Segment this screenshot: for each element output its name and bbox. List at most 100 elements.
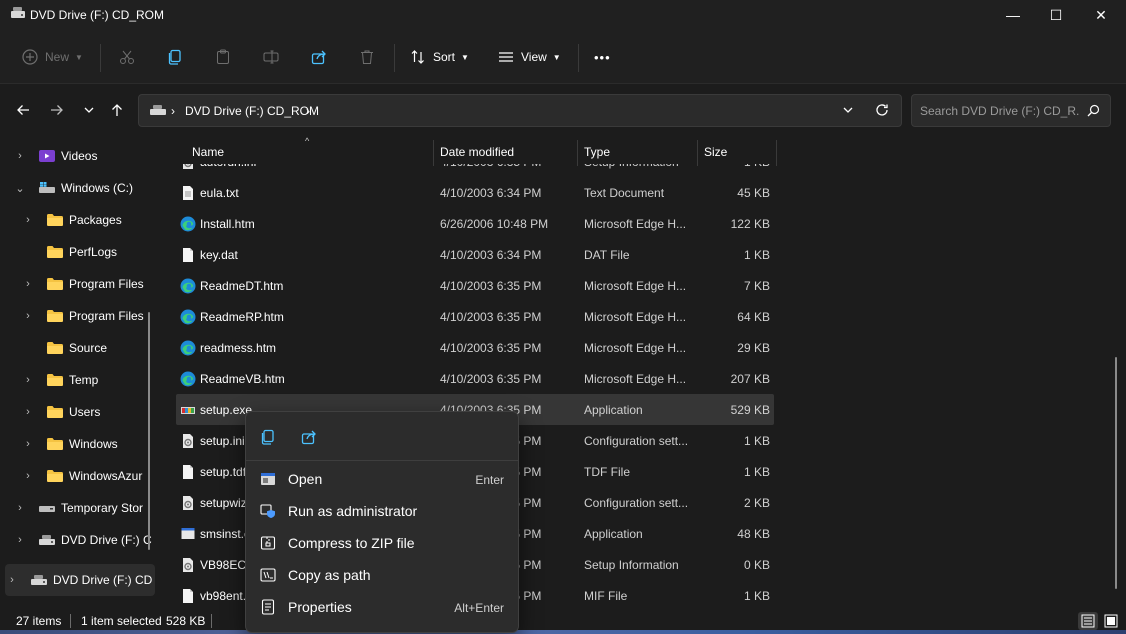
- share-icon: [301, 430, 316, 445]
- sort-icon: [411, 50, 424, 64]
- file-row[interactable]: ReadmeRP.htm 4/10/2003 6:35 PM Microsoft E…: [176, 301, 774, 332]
- forward-button[interactable]: [45, 98, 69, 122]
- address-history-button[interactable]: [842, 103, 854, 120]
- file-row[interactable]: Install.htm 6/26/2006 10:48 PM Microsoft E…: [176, 208, 774, 239]
- menu-item-label: Properties: [288, 599, 352, 615]
- more-icon: •••: [594, 49, 611, 65]
- chevron-down-icon[interactable]: ⌄: [14, 182, 26, 195]
- file-name: setup.ini: [200, 434, 245, 448]
- sidebar-scrollbar[interactable]: [148, 312, 150, 550]
- file-icon: [180, 247, 196, 263]
- view-button[interactable]: View ▼: [498, 42, 561, 72]
- zip-icon: [260, 535, 276, 551]
- copy-button[interactable]: [167, 42, 183, 72]
- column-header-name[interactable]: Name: [192, 145, 224, 159]
- chevron-right-icon[interactable]: ›: [6, 574, 18, 586]
- new-label: New: [45, 50, 70, 64]
- details-view-icon: [1081, 614, 1095, 628]
- share-button[interactable]: [311, 42, 327, 72]
- column-divider[interactable]: [433, 140, 434, 166]
- column-divider[interactable]: [697, 140, 698, 166]
- divider: [394, 44, 395, 72]
- chevron-right-icon[interactable]: ›: [22, 470, 34, 482]
- chevron-right-icon[interactable]: ›: [22, 374, 34, 386]
- file-row[interactable]: key.dat 4/10/2003 6:34 PM DAT File 1 KB: [176, 239, 774, 270]
- sidebar-item-label: DVD Drive (F:) C: [61, 533, 152, 547]
- copy-quick-action[interactable]: [256, 426, 280, 448]
- sort-button[interactable]: Sort ▼: [410, 42, 469, 72]
- folder-icon: [46, 341, 64, 355]
- chevron-right-icon[interactable]: ›: [14, 150, 26, 162]
- context-menu-item[interactable]: Compress to ZIP file: [250, 527, 514, 559]
- context-menu-item[interactable]: Run as administrator: [250, 495, 514, 527]
- chevron-right-icon[interactable]: ›: [22, 214, 34, 226]
- sidebar-item[interactable]: › Program Files: [0, 268, 155, 300]
- file-type: MIF File: [584, 589, 628, 603]
- tiles-view-button[interactable]: [1101, 612, 1121, 630]
- rename-button[interactable]: [263, 42, 279, 72]
- folder-icon: [46, 309, 64, 323]
- sidebar-item[interactable]: › DVD Drive (F:) C: [0, 524, 155, 556]
- breadcrumb-separator[interactable]: ›: [171, 104, 175, 118]
- menu-item-shortcut: Alt+Enter: [454, 601, 504, 615]
- more-options-button[interactable]: •••: [594, 42, 611, 72]
- file-name: ReadmeRP.htm: [200, 310, 284, 324]
- search-box[interactable]: Search DVD Drive (F:) CD_R...: [911, 94, 1111, 127]
- column-divider[interactable]: [776, 140, 777, 166]
- sidebar-item-label: WindowsAzur: [69, 469, 143, 483]
- recent-locations-button[interactable]: [77, 98, 101, 122]
- maximize-button[interactable]: ☐: [1033, 0, 1079, 30]
- chevron-right-icon[interactable]: ›: [14, 502, 26, 514]
- sidebar-item[interactable]: › Users: [0, 396, 155, 428]
- context-menu-item[interactable]: Open Enter: [250, 463, 514, 495]
- file-type: Microsoft Edge H...: [584, 372, 687, 386]
- share-quick-action[interactable]: [297, 426, 321, 448]
- share-icon: [311, 50, 326, 65]
- column-header-type[interactable]: Type: [584, 145, 610, 159]
- context-menu-item[interactable]: Properties Alt+Enter: [250, 591, 514, 623]
- sidebar-item-label: Windows (C:): [61, 181, 134, 195]
- file-row[interactable]: readmess.htm 4/10/2003 6:35 PM Microsoft E…: [176, 332, 774, 363]
- sidebar-item[interactable]: › Videos: [0, 140, 155, 172]
- chevron-right-icon[interactable]: ›: [22, 406, 34, 418]
- breadcrumb-segment[interactable]: DVD Drive (F:) CD_ROM: [185, 104, 319, 118]
- column-divider[interactable]: [577, 140, 578, 166]
- new-button[interactable]: New ▼: [22, 42, 83, 72]
- scissors-icon: [120, 50, 134, 64]
- close-button[interactable]: ✕: [1078, 0, 1124, 30]
- chevron-right-icon[interactable]: ›: [22, 438, 34, 450]
- sidebar-item[interactable]: › Temp: [0, 364, 155, 396]
- minimize-button[interactable]: —: [990, 0, 1036, 30]
- paste-button[interactable]: [215, 42, 231, 72]
- sidebar-item[interactable]: Source: [0, 332, 155, 364]
- folder-icon: [46, 469, 64, 483]
- chevron-right-icon[interactable]: ›: [14, 534, 26, 546]
- breadcrumb-separator[interactable]: ›: [306, 104, 310, 118]
- delete-button[interactable]: [359, 42, 375, 72]
- chevron-right-icon[interactable]: ›: [22, 278, 34, 290]
- file-list-scrollbar[interactable]: [1115, 357, 1117, 589]
- back-button[interactable]: [11, 98, 35, 122]
- column-header-date[interactable]: Date modified: [440, 145, 514, 159]
- sidebar-item[interactable]: ⌄ Windows (C:): [0, 172, 155, 204]
- file-row[interactable]: eula.txt 4/10/2003 6:34 PM Text Document 45…: [176, 177, 774, 208]
- refresh-button[interactable]: [875, 103, 889, 120]
- close-icon: ✕: [1095, 6, 1107, 23]
- chevron-right-icon[interactable]: ›: [22, 310, 34, 322]
- sidebar-item[interactable]: › DVD Drive (F:) CD: [5, 564, 155, 596]
- up-button[interactable]: [105, 98, 129, 122]
- file-size: 0 KB: [743, 558, 770, 572]
- file-row[interactable]: ReadmeDT.htm 4/10/2003 6:35 PM Microsoft E…: [176, 270, 774, 301]
- sidebar-item[interactable]: › Temporary Stor: [0, 492, 155, 524]
- column-header-size[interactable]: Size: [704, 145, 727, 159]
- address-bar[interactable]: › DVD Drive (F:) CD_ROM ›: [138, 94, 902, 127]
- sidebar-item[interactable]: › WindowsAzur: [0, 460, 155, 492]
- sidebar-item[interactable]: › Packages: [0, 204, 155, 236]
- cut-button[interactable]: [119, 42, 135, 72]
- sidebar-item[interactable]: › Program Files: [0, 300, 155, 332]
- context-menu-item[interactable]: Copy as path: [250, 559, 514, 591]
- file-row[interactable]: ReadmeVB.htm 4/10/2003 6:35 PM Microsoft E…: [176, 363, 774, 394]
- sidebar-item[interactable]: › Windows: [0, 428, 155, 460]
- sidebar-item[interactable]: PerfLogs: [0, 236, 155, 268]
- details-view-button[interactable]: [1078, 612, 1098, 630]
